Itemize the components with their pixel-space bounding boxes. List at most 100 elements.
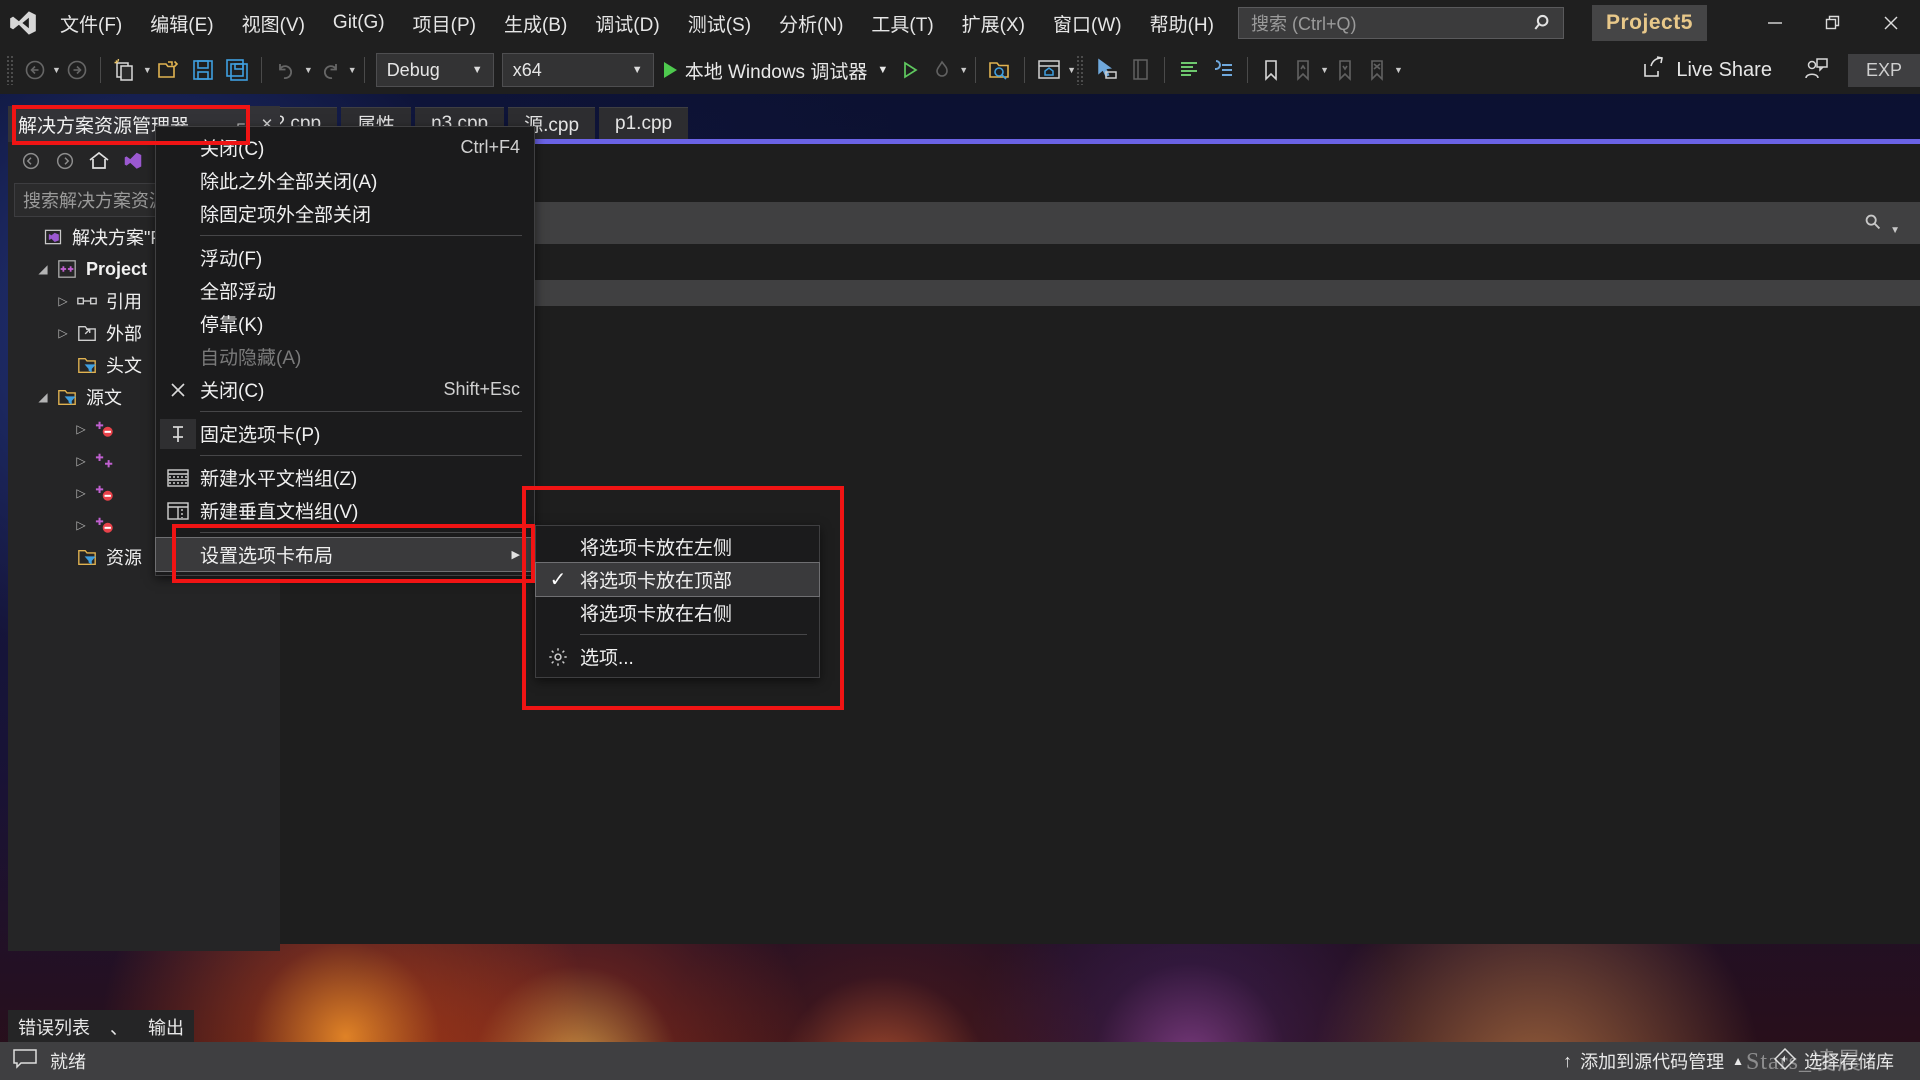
home-icon[interactable] — [84, 146, 114, 176]
menu-debug[interactable]: 调试(D) — [581, 0, 673, 46]
check-icon: ✓ — [536, 567, 580, 592]
toolbar-grip-2[interactable] — [1076, 55, 1086, 85]
ctx-float-all[interactable]: 全部浮动 — [156, 274, 534, 307]
ctx-close-all-but-pinned[interactable]: 除固定项外全部关闭 — [156, 197, 534, 230]
submenu-tabs-right[interactable]: 将选项卡放在右侧 — [536, 596, 819, 629]
tree-arrow-expanded[interactable]: ◢ — [32, 390, 54, 404]
properties-window-icon[interactable] — [1123, 50, 1157, 90]
uncomment-lines-icon[interactable] — [1206, 50, 1240, 90]
ctx-float[interactable]: 浮动(F) — [156, 241, 534, 274]
submenu-tabs-left[interactable]: 将选项卡放在左侧 — [536, 530, 819, 563]
bookmark-caret-icon[interactable]: ▼ — [1320, 65, 1329, 75]
navigate-forward-icon[interactable] — [61, 50, 93, 90]
new-item-caret-icon[interactable]: ▼ — [143, 65, 152, 75]
ctx-new-horizontal-group-label: 新建水平文档组(Z) — [200, 469, 358, 490]
ctx-new-horizontal-group[interactable]: 新建水平文档组(Z) — [156, 461, 534, 494]
toggle-bookmark-icon[interactable] — [1255, 50, 1287, 90]
menu-help[interactable]: 帮助(H) — [1136, 0, 1228, 46]
undo-caret-icon[interactable]: ▼ — [304, 65, 313, 75]
menu-git-label: Git(G) — [332, 12, 385, 33]
window-controls — [1746, 0, 1920, 46]
tree-arrow[interactable]: ▷ — [52, 326, 74, 340]
cpp-header-icon — [92, 451, 118, 471]
tab-p1-cpp[interactable]: p1.cpp — [599, 107, 689, 139]
start-debug-button[interactable]: 本地 Windows 调试器 ▼ — [658, 50, 895, 90]
tree-arrow[interactable]: ▷ — [70, 422, 92, 436]
chevron-down-icon[interactable]: ▼ — [877, 64, 888, 76]
previous-bookmark-icon[interactable] — [1287, 50, 1319, 90]
menu-git[interactable]: Git(G) — [319, 0, 399, 46]
redo-caret-icon[interactable]: ▼ — [348, 65, 357, 75]
close-x-icon — [156, 380, 200, 400]
close-button[interactable] — [1862, 0, 1920, 46]
add-to-source-control-button[interactable]: ↑ 添加到源代码管理 ▲ — [1553, 1048, 1754, 1074]
ctx-auto-hide-label: 自动隐藏(A) — [200, 348, 302, 369]
menu-file[interactable]: 文件(F) — [46, 0, 136, 46]
search-input[interactable]: 搜索 (Ctrl+Q) — [1238, 7, 1564, 39]
editor-search-icon[interactable]: ▼ — [1862, 211, 1900, 238]
toolbar-separator — [1247, 57, 1249, 83]
hot-reload-caret-icon[interactable]: ▼ — [959, 65, 968, 75]
navigate-back-icon[interactable] — [19, 50, 51, 90]
notification-icon[interactable] — [12, 1047, 38, 1076]
maximize-restore-button[interactable] — [1804, 0, 1862, 46]
ctx-close-window[interactable]: 关闭(C) Shift+Esc — [156, 373, 534, 406]
home-window-icon[interactable] — [1032, 50, 1066, 90]
bottom-tab-error-list[interactable]: 错误列表 — [8, 1010, 100, 1044]
sync-with-active-document-icon[interactable] — [118, 146, 148, 176]
bottom-tab-output[interactable]: 输出 — [138, 1010, 194, 1044]
save-all-icon[interactable] — [220, 50, 254, 90]
menu-extensions[interactable]: 扩展(X) — [948, 0, 1039, 46]
menu-analyze[interactable]: 分析(N) — [765, 0, 857, 46]
start-without-debugging-icon[interactable] — [894, 50, 926, 90]
back-icon[interactable] — [16, 146, 46, 176]
ctx-pin-tab[interactable]: 固定选项卡(P) — [156, 417, 534, 450]
ctx-close[interactable]: 关闭(C) Ctrl+F4 — [156, 131, 534, 164]
menu-window[interactable]: 窗口(W) — [1039, 0, 1136, 46]
hot-reload-icon[interactable] — [926, 50, 958, 90]
tree-arrow[interactable]: ▷ — [52, 294, 74, 308]
menu-view[interactable]: 视图(V) — [228, 0, 319, 46]
menu-edit[interactable]: 编辑(E) — [136, 0, 227, 46]
ctx-close-accel: Ctrl+F4 — [460, 137, 520, 157]
forward-icon[interactable] — [50, 146, 80, 176]
home-window-caret-icon[interactable]: ▼ — [1067, 65, 1076, 75]
tree-arrow[interactable]: ▷ — [70, 454, 92, 468]
ctx-close-all-but-this[interactable]: 除此之外全部关闭(A) — [156, 164, 534, 197]
ctx-dock[interactable]: 停靠(K) — [156, 307, 534, 340]
open-file-icon[interactable] — [152, 50, 186, 90]
next-bookmark-icon[interactable] — [1329, 50, 1361, 90]
ctx-auto-hide: 自动隐藏(A) — [156, 340, 534, 373]
toolbar-separator — [260, 57, 262, 83]
save-icon[interactable] — [186, 50, 220, 90]
ctx-new-vertical-group[interactable]: 新建垂直文档组(V) — [156, 494, 534, 527]
find-in-files-icon[interactable] — [983, 50, 1017, 90]
submenu-tabs-top[interactable]: ✓ 将选项卡放在顶部 — [535, 562, 820, 597]
menu-test[interactable]: 测试(S) — [674, 0, 765, 46]
toolbar-grip[interactable] — [6, 55, 15, 85]
tree-arrow-expanded[interactable]: ◢ — [32, 262, 54, 276]
live-share-button[interactable]: Live Share — [1641, 54, 1772, 86]
toolbox-pointer-icon[interactable] — [1089, 50, 1123, 90]
comment-lines-icon[interactable] — [1172, 50, 1206, 90]
submenu-options[interactable]: 选项... — [536, 640, 819, 673]
undo-icon[interactable] — [269, 50, 303, 90]
redo-icon[interactable] — [313, 50, 347, 90]
navigate-back-caret-icon[interactable]: ▼ — [52, 65, 61, 75]
minimize-button[interactable] — [1746, 0, 1804, 46]
toolbar-overflow-icon[interactable]: ▼ — [1394, 65, 1403, 75]
search-icon[interactable] — [1533, 12, 1555, 34]
platform-combo[interactable]: x64 ▼ — [501, 53, 654, 87]
tree-arrow[interactable]: ▷ — [70, 518, 92, 532]
new-item-icon[interactable] — [108, 50, 142, 90]
configuration-combo[interactable]: Debug ▼ — [375, 53, 494, 87]
manage-accounts-icon[interactable] — [1798, 50, 1834, 90]
menu-project[interactable]: 项目(P) — [399, 0, 490, 46]
menu-file-label: 文件(F) — [60, 14, 123, 36]
clear-bookmarks-icon[interactable] — [1361, 50, 1393, 90]
menu-build[interactable]: 生成(B) — [490, 0, 581, 46]
ctx-set-tab-layout[interactable]: 设置选项卡布局 ▶ — [155, 537, 535, 572]
menu-tools[interactable]: 工具(T) — [857, 0, 947, 46]
configuration-value: Debug — [386, 59, 440, 80]
tree-arrow[interactable]: ▷ — [70, 486, 92, 500]
